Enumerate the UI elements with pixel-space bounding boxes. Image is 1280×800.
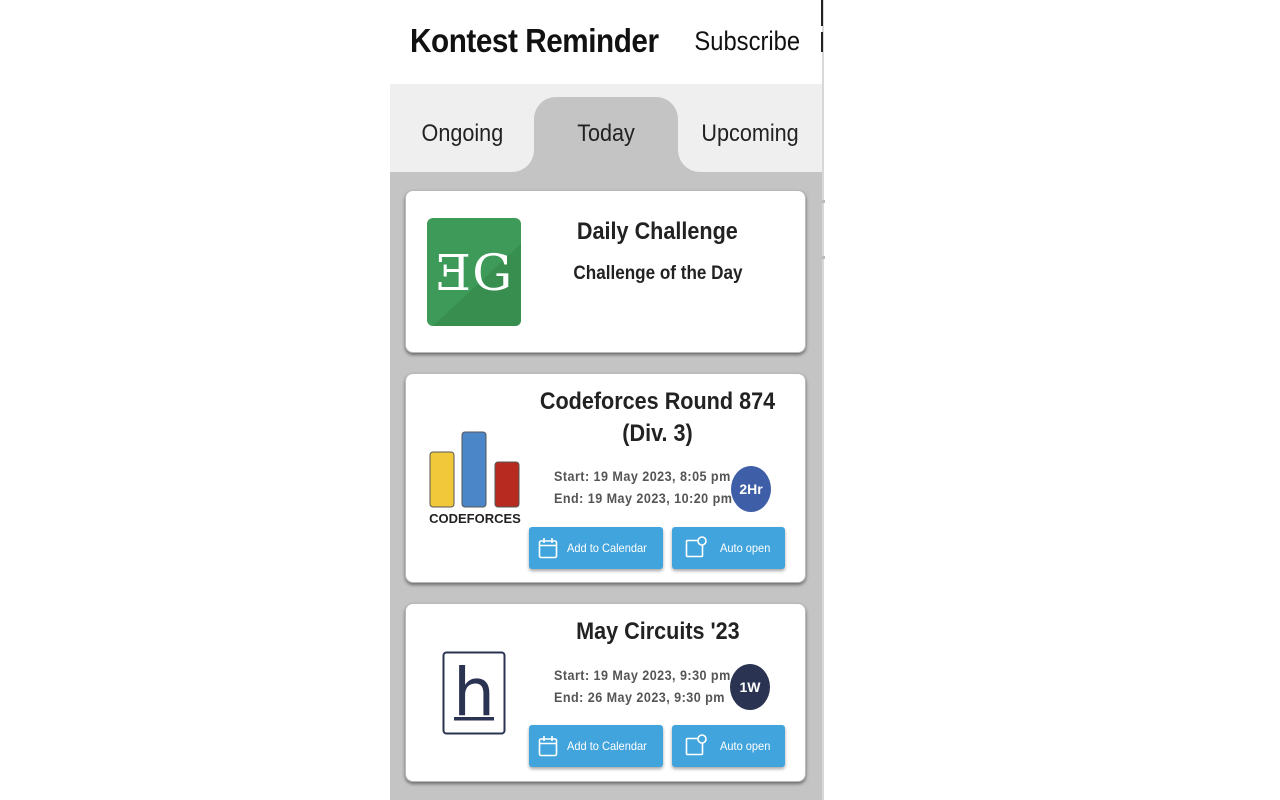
contest-card[interactable]: h May Circuits '23 Start: 19 May 2023, 9… xyxy=(405,603,806,782)
tab-today[interactable]: Today xyxy=(534,97,678,172)
tab-ongoing[interactable]: Ongoing xyxy=(390,97,534,172)
tab-upcoming[interactable]: Upcoming xyxy=(678,97,822,172)
contest-title: May Circuits '23 xyxy=(575,618,740,645)
add-to-calendar-button[interactable]: Add to Calendar xyxy=(529,527,663,569)
contest-title: Daily Challenge xyxy=(577,218,738,245)
auto-open-icon xyxy=(685,734,707,759)
svg-text:ƎG: ƎG xyxy=(436,244,512,302)
contest-times: Start: 19 May 2023, 9:30 pm End: 26 May … xyxy=(554,664,750,708)
duration-badge: 2Hr xyxy=(731,466,771,512)
add-to-calendar-button[interactable]: Add to Calendar xyxy=(529,725,663,767)
subscribe-button[interactable]: Subscribe xyxy=(694,26,800,57)
auto-open-button[interactable]: Auto open xyxy=(672,725,785,767)
auto-open-icon xyxy=(685,536,707,561)
contest-card[interactable]: CODEFORCES Codeforces Round 874 (Div. 3)… xyxy=(405,373,806,583)
window-edge-mark xyxy=(822,200,825,203)
header: Kontest Reminder Subscribe xyxy=(390,0,822,84)
contest-subtitle: Challenge of the Day xyxy=(572,263,743,284)
window-edge-mark xyxy=(822,256,825,259)
contest-start: Start: 19 May 2023, 8:05 pm xyxy=(554,468,731,484)
tab-bar: Ongoing Today Upcoming xyxy=(390,84,822,172)
window-edge xyxy=(822,0,824,800)
calendar-icon xyxy=(538,537,558,562)
contest-start: Start: 19 May 2023, 9:30 pm xyxy=(554,667,731,683)
duration-badge: 1W xyxy=(730,664,770,710)
contest-end: End: 26 May 2023, 9:30 pm xyxy=(554,689,725,705)
svg-text:CODEFORCES: CODEFORCES xyxy=(429,511,521,525)
window-edge-mark xyxy=(821,0,823,26)
extension-popup: Kontest Reminder Subscribe Ongoing Today… xyxy=(390,0,822,800)
contest-end: End: 19 May 2023, 10:20 pm xyxy=(554,490,733,506)
auto-open-button[interactable]: Auto open xyxy=(672,527,785,569)
geeksforgeeks-logo: ƎG xyxy=(427,218,521,331)
window-edge-mark xyxy=(821,32,823,52)
app-title: Kontest Reminder xyxy=(410,22,659,59)
contest-times: Start: 19 May 2023, 8:05 pm End: 19 May … xyxy=(554,465,752,509)
contest-title: Codeforces Round 874 (Div. 3) xyxy=(539,388,776,447)
calendar-icon xyxy=(538,735,558,760)
contest-card[interactable]: ƎG Daily Challenge Challenge of the Day xyxy=(405,190,806,353)
hackerearth-logo: h xyxy=(442,651,506,740)
codeforces-logo: CODEFORCES xyxy=(428,429,522,530)
